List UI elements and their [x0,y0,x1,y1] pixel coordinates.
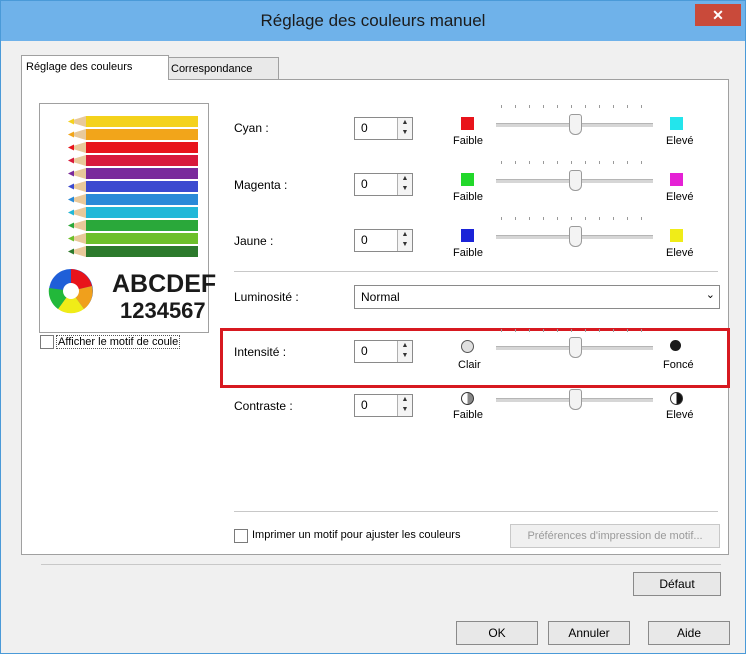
contrast-spin-buttons[interactable]: ▲ ▼ [397,395,412,416]
tab-color-adjustment[interactable]: Réglage des couleurs [21,55,169,80]
color-wheel-icon [48,269,93,314]
contrast-label: Contraste : [234,399,293,413]
yellow-low-label: Faible [453,247,483,259]
preview-letters: ABCDEF [112,270,217,298]
intensity-low-label: Clair [458,359,481,371]
cyan-high-swatch [670,117,683,130]
intensity-high-label: Foncé [663,359,694,371]
title-bar[interactable]: Réglage des couleurs manuel ✕ [1,1,745,41]
magenta-spin-buttons[interactable]: ▲ ▼ [397,174,412,195]
yellow-value: 0 [361,233,368,247]
show-pattern-checkbox[interactable] [40,335,54,349]
tab-matching[interactable]: Correspondance [166,57,279,80]
color-preview-image: ABCDEF 1234567 [39,103,216,333]
contrast-high-label: Elevé [666,409,694,421]
cyan-spin-buttons[interactable]: ▲ ▼ [397,118,412,139]
contrast-stepper[interactable]: 0 ▲ ▼ [354,394,413,417]
window-title: Réglage des couleurs manuel [260,11,486,30]
contrast-slider-thumb[interactable] [568,389,582,410]
pattern-preferences-button[interactable]: Préférences d'impression de motif... [510,524,720,548]
brightness-label: Luminosité : [234,290,299,304]
light-circle-icon [461,340,474,353]
magenta-stepper[interactable]: 0 ▲ ▼ [354,173,413,196]
contrast-low-label: Faible [453,409,483,421]
intensity-highlight-box [220,328,730,388]
intensity-label: Intensité : [234,345,287,359]
yellow-ticks [501,217,651,220]
contrast-value: 0 [361,398,368,412]
high-contrast-icon [670,392,683,405]
cyan-label: Cyan : [234,121,269,135]
cyan-value: 0 [361,121,368,135]
print-pattern-label: Imprimer un motif pour ajuster les coule… [252,529,461,541]
close-button[interactable]: ✕ [695,4,741,26]
yellow-slider-thumb[interactable] [568,226,582,247]
magenta-slider-thumb[interactable] [568,170,582,191]
intensity-ticks [501,329,651,332]
magenta-high-label: Elevé [666,191,694,203]
print-pattern-checkbox[interactable] [234,529,248,543]
dark-circle-icon [670,340,681,351]
preview-numbers: 1234567 [120,298,206,323]
help-button[interactable]: Aide [648,621,730,645]
cyan-low-swatch [461,117,474,130]
intensity-value: 0 [361,344,368,358]
brightness-dropdown[interactable]: Normal ⌄ [354,285,720,309]
cyan-slider-thumb[interactable] [568,114,582,135]
separator-footer [41,564,721,565]
show-pattern-label: Afficher le motif de coule [56,335,181,349]
default-button[interactable]: Défaut [633,572,721,596]
low-contrast-icon [461,392,474,405]
yellow-high-swatch [670,229,683,242]
chevron-down-icon: ⌄ [705,289,715,301]
intensity-stepper[interactable]: 0 ▲ ▼ [354,340,413,363]
cyan-stepper[interactable]: 0 ▲ ▼ [354,117,413,140]
separator-bottom [234,511,718,512]
magenta-low-label: Faible [453,191,483,203]
cancel-button[interactable]: Annuler [548,621,630,645]
magenta-high-swatch [670,173,683,186]
separator [234,271,718,272]
yellow-spin-buttons[interactable]: ▲ ▼ [397,230,412,251]
magenta-low-swatch [461,173,474,186]
yellow-high-label: Elevé [666,247,694,259]
cyan-ticks [501,105,651,108]
dialog-window: Réglage des couleurs manuel ✕ Réglage de… [0,0,746,654]
brightness-selected: Normal [361,290,400,304]
intensity-spin-buttons[interactable]: ▲ ▼ [397,341,412,362]
yellow-low-swatch [461,229,474,242]
magenta-ticks [501,161,651,164]
cyan-high-label: Elevé [666,135,694,147]
yellow-label: Jaune : [234,234,274,248]
yellow-stepper[interactable]: 0 ▲ ▼ [354,229,413,252]
intensity-slider-thumb[interactable] [568,337,582,358]
magenta-label: Magenta : [234,178,288,192]
magenta-value: 0 [361,177,368,191]
ok-button[interactable]: OK [456,621,538,645]
cyan-low-label: Faible [453,135,483,147]
